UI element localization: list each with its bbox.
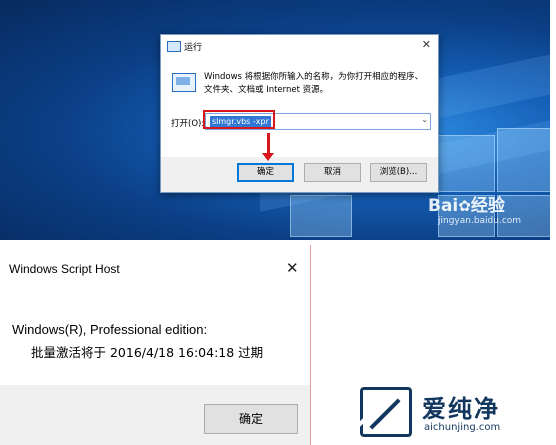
baidu-watermark: Bai✿经验 — [428, 191, 505, 216]
run-description-line: 文件夹、文档或 Internet 资源。 — [204, 85, 329, 95]
paw-icon: ✿ — [458, 197, 471, 215]
windows-logo-pane — [290, 195, 352, 237]
wsh-title: Windows Script Host — [9, 262, 120, 276]
windows-logo-pane — [438, 135, 495, 192]
ok-button[interactable]: 确定 — [204, 404, 298, 434]
aichunjing-watermark: 爱纯净 aichunjing.com — [360, 385, 550, 441]
divider — [550, 0, 556, 240]
run-description-line: Windows 将根据你所输入的名称，为你打开相应的程序、 — [204, 72, 424, 82]
wsh-message-line: Windows(R), Professional edition: — [12, 322, 208, 337]
aichunjing-name: 爱纯净 — [422, 395, 500, 423]
ok-button[interactable]: 确定 — [237, 163, 294, 182]
windows-logo-pane — [497, 128, 552, 192]
run-title-bar: 运行 ✕ — [161, 35, 438, 57]
baidu-brand: Bai — [428, 196, 459, 216]
chevron-down-icon[interactable]: ⌄ — [421, 115, 428, 124]
highlight-box — [203, 110, 275, 129]
close-icon[interactable]: ✕ — [286, 259, 299, 277]
open-label: 打开(O): — [171, 119, 205, 129]
run-program-icon — [172, 73, 196, 92]
run-app-icon — [167, 41, 181, 52]
close-icon[interactable]: ✕ — [422, 38, 431, 51]
run-description: Windows 将根据你所输入的名称，为你打开相应的程序、 文件夹、文档或 In… — [204, 71, 429, 97]
wsh-dialog: Windows Script Host ✕ Windows(R), Profes… — [0, 245, 311, 445]
desktop-background: 运行 ✕ Windows 将根据你所输入的名称，为你打开相应的程序、 文件夹、文… — [0, 0, 556, 240]
baidu-brand-suffix: 经验 — [470, 196, 505, 216]
wsh-expiry-line: 批量激活将于 2016/4/18 16:04:18 过期 — [31, 345, 264, 360]
baidu-url: jingyan.baidu.com — [438, 216, 522, 226]
run-title: 运行 — [184, 43, 203, 53]
browse-button[interactable]: 浏览(B)... — [370, 163, 427, 182]
arrow-head-icon — [262, 153, 274, 161]
aichunjing-logo-icon — [360, 387, 412, 437]
cancel-button[interactable]: 取消 — [304, 163, 361, 182]
aichunjing-url: aichunjing.com — [424, 422, 501, 433]
run-dialog: 运行 ✕ Windows 将根据你所输入的名称，为你打开相应的程序、 文件夹、文… — [160, 34, 439, 193]
